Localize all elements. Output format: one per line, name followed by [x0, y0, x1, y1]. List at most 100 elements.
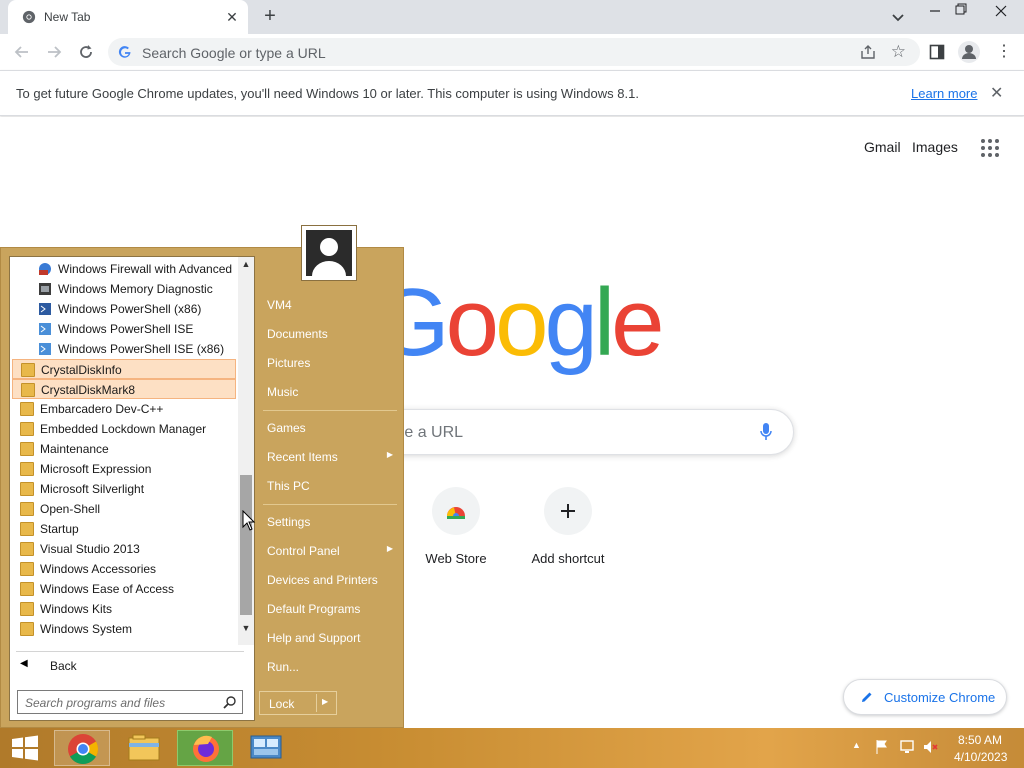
clock-date[interactable]: 4/10/2023 [954, 750, 1007, 764]
firefox-icon [193, 735, 219, 762]
powershell-ise-icon [39, 343, 51, 355]
new-tab-button[interactable]: + [260, 6, 280, 28]
start-item-label: Games [267, 421, 306, 435]
start-item-settings[interactable]: Settings [259, 511, 399, 533]
firewall-icon [39, 263, 51, 275]
folder-icon [20, 522, 34, 536]
profile-avatar-button[interactable] [958, 41, 980, 63]
program-label: Windows Memory Diagnostic [58, 282, 213, 296]
start-item-pictures[interactable]: Pictures [259, 352, 399, 374]
start-button[interactable] [4, 730, 46, 766]
lock-button[interactable]: Lock ▶ [259, 691, 337, 715]
clock-time[interactable]: 8:50 AM [958, 733, 1002, 747]
program-folder-item[interactable]: CrystalDiskInfo [12, 359, 236, 379]
scroll-down-arrow-icon[interactable]: ▼ [238, 623, 254, 637]
lock-options-arrow-icon[interactable]: ▶ [322, 697, 328, 706]
start-item-devices-and-printers[interactable]: Devices and Printers [259, 569, 399, 591]
taskbar-file-explorer-button[interactable] [116, 730, 172, 766]
program-folder-item[interactable]: Open-Shell [12, 499, 236, 519]
volume-muted-icon[interactable] [922, 739, 938, 755]
back-button[interactable]: ◀ Back [14, 655, 240, 675]
taskbar-chrome-button[interactable] [54, 730, 110, 766]
start-item-control-panel[interactable]: Control Panel ▶ [259, 540, 399, 562]
start-item-music[interactable]: Music [259, 381, 399, 403]
forward-arrow-icon[interactable] [44, 42, 64, 62]
program-folder-item[interactable]: CrystalDiskMark8 [12, 379, 236, 399]
chrome-menu-button[interactable]: ⋮ [996, 43, 1012, 61]
program-folder-item[interactable]: Windows Accessories [12, 559, 236, 579]
scrollbar-thumb[interactable] [240, 475, 252, 615]
customize-chrome-button[interactable]: Customize Chrome [843, 679, 1007, 715]
share-icon[interactable] [860, 44, 876, 60]
taskbar-control-panel-button[interactable] [238, 730, 294, 766]
microphone-icon[interactable] [759, 422, 773, 442]
program-item[interactable]: Windows Memory Diagnostic [12, 279, 236, 299]
program-folder-item[interactable]: Startup [12, 519, 236, 539]
back-arrow-icon[interactable] [12, 42, 32, 62]
memory-diagnostic-icon [39, 283, 51, 295]
program-item[interactable]: Windows PowerShell (x86) [12, 299, 236, 319]
program-label: Embedded Lockdown Manager [40, 422, 207, 436]
search-icon[interactable] [223, 695, 237, 709]
show-hidden-icons-icon[interactable]: ▲ [852, 740, 861, 750]
start-item-label: Run... [267, 660, 300, 674]
start-item-recent-items[interactable]: Recent Items ▶ [259, 446, 399, 468]
program-folder-item[interactable]: Visual Studio 2013 [12, 539, 236, 559]
reload-icon[interactable] [76, 42, 96, 62]
address-bar-placeholder: Search Google or type a URL [142, 45, 326, 61]
tab-new-tab[interactable]: New Tab ✕ [8, 0, 248, 34]
restore-button[interactable] [944, 0, 978, 22]
network-icon[interactable] [899, 739, 915, 755]
web-store-icon [447, 507, 465, 519]
address-bar[interactable]: Search Google or type a URL ☆ [108, 38, 920, 66]
start-search-input[interactable]: Search programs and files [17, 690, 243, 714]
taskbar-firefox-button[interactable] [177, 730, 233, 766]
bookmark-star-icon[interactable]: ☆ [891, 42, 906, 62]
program-item[interactable]: Windows Firewall with Advanced [12, 259, 236, 279]
learn-more-link[interactable]: Learn more [911, 86, 977, 101]
start-item-default-programs[interactable]: Default Programs [259, 598, 399, 620]
program-folder-item[interactable]: Maintenance [12, 439, 236, 459]
program-label: Maintenance [40, 442, 109, 456]
user-avatar[interactable] [301, 225, 357, 281]
start-item-label: Default Programs [267, 602, 361, 616]
program-folder-item[interactable]: Windows Ease of Access [12, 579, 236, 599]
close-tab-icon[interactable]: ✕ [224, 9, 240, 25]
program-item[interactable]: Windows PowerShell ISE (x86) [12, 339, 236, 359]
infobar-message: To get future Google Chrome updates, you… [16, 86, 639, 101]
google-logo: Google [375, 269, 665, 376]
add-shortcut-button[interactable]: Add shortcut [512, 487, 624, 577]
scroll-up-arrow-icon[interactable]: ▲ [238, 259, 254, 273]
action-center-flag-icon[interactable] [874, 739, 890, 755]
program-folder-item[interactable]: Windows Kits [12, 599, 236, 619]
start-item-help-and-support[interactable]: Help and Support [259, 627, 399, 649]
program-label: Windows Accessories [40, 562, 157, 576]
powershell-ise-icon [39, 323, 51, 335]
chevron-down-icon[interactable] [890, 9, 906, 25]
start-item-vm4[interactable]: VM4 [259, 294, 399, 316]
program-folder-item[interactable]: Windows System [12, 619, 236, 639]
program-folder-item[interactable]: Microsoft Silverlight [12, 479, 236, 499]
google-apps-icon[interactable] [980, 138, 1000, 158]
start-item-documents[interactable]: Documents [259, 323, 399, 345]
start-item-this-pc[interactable]: This PC [259, 475, 399, 497]
images-link[interactable]: Images [912, 139, 958, 155]
program-folder-item[interactable]: Embarcadero Dev-C++ [12, 399, 236, 419]
program-label: Windows PowerShell ISE (x86) [58, 342, 225, 356]
start-item-run[interactable]: Run... [259, 656, 399, 678]
shortcut-web-store[interactable]: Web Store [400, 487, 512, 577]
start-item-games[interactable]: Games [259, 417, 399, 439]
folder-icon [20, 582, 34, 596]
close-window-button[interactable] [978, 0, 1024, 22]
plus-icon [561, 504, 575, 518]
gmail-link[interactable]: Gmail [864, 139, 901, 155]
program-folder-item[interactable]: Microsoft Expression [12, 459, 236, 479]
submenu-arrow-icon: ▶ [386, 544, 393, 553]
back-label: Back [50, 659, 77, 673]
close-infobar-icon[interactable]: ✕ [990, 83, 1003, 103]
program-folder-item[interactable]: Embedded Lockdown Manager [12, 419, 236, 439]
side-panel-icon[interactable] [929, 44, 945, 60]
person-icon [962, 45, 976, 59]
programs-scrollbar[interactable]: ▲ ▼ [238, 257, 254, 645]
program-item[interactable]: Windows PowerShell ISE [12, 319, 236, 339]
